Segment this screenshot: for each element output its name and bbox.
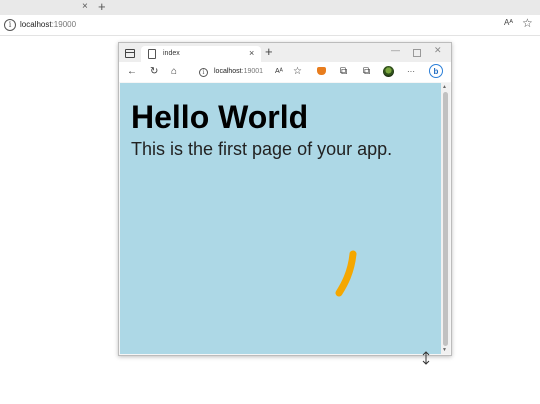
minimize-button[interactable]: —: [391, 45, 400, 55]
stroke-path: [335, 250, 357, 297]
window-toolbar: ← ↻ ⌂ Aᴬ ☆ ⧉ ⧉ ···: [119, 62, 451, 82]
resize-cursor-icon: [422, 351, 430, 365]
window-close-button[interactable]: ✕: [434, 45, 442, 55]
favorite-icon[interactable]: ☆: [522, 16, 533, 30]
tab-actions-icon[interactable]: [125, 49, 135, 58]
page-viewport: Hello World This is the first page of yo…: [120, 83, 441, 354]
extensions-icon[interactable]: ⧉: [340, 65, 347, 78]
favorite-icon[interactable]: ☆: [293, 65, 302, 78]
url-host: localhost: [214, 68, 242, 75]
home-icon[interactable]: ⌂: [171, 65, 177, 78]
new-tab-button[interactable]: +: [265, 45, 273, 59]
url-host: localhost: [20, 20, 52, 29]
avatar[interactable]: [383, 66, 394, 77]
outer-tab-bar: × +: [0, 0, 540, 15]
url-port: :19000: [51, 20, 77, 29]
new-tab-button[interactable]: +: [98, 0, 106, 14]
scroll-up-icon[interactable]: ▲: [442, 84, 447, 90]
more-icon[interactable]: ···: [407, 65, 415, 78]
page-icon: [148, 49, 156, 59]
outer-url[interactable]: localhost:19000: [20, 19, 76, 30]
bing-icon[interactable]: b: [429, 64, 443, 78]
read-aloud-icon[interactable]: Aᴬ: [275, 65, 283, 78]
window-url[interactable]: localhost:19001: [214, 67, 263, 76]
browser-window: index × + — ✕ ← ↻ ⌂ Aᴬ ☆ ⧉ ⧉ ··· i local…: [118, 42, 452, 356]
outer-address-bar[interactable]: [0, 15, 540, 36]
refresh-icon[interactable]: ↻: [150, 65, 158, 78]
scrollbar-thumb[interactable]: [443, 92, 448, 346]
outer-tab[interactable]: ×: [0, 0, 93, 15]
info-icon[interactable]: i: [4, 19, 16, 31]
window-title-bar[interactable]: index × + — ✕: [119, 43, 451, 62]
close-icon[interactable]: ×: [249, 48, 254, 58]
vertical-scrollbar[interactable]: ▲ ▼: [441, 83, 450, 354]
metamask-icon[interactable]: [317, 67, 326, 75]
tab-index[interactable]: index ×: [141, 46, 261, 62]
read-aloud-icon[interactable]: Aᴬ: [504, 18, 513, 27]
scroll-down-icon[interactable]: ▼: [442, 347, 447, 353]
maximize-button[interactable]: [413, 49, 421, 57]
back-icon[interactable]: ←: [127, 65, 137, 78]
close-icon[interactable]: ×: [82, 1, 88, 13]
info-icon[interactable]: i: [199, 68, 208, 77]
url-port: :19001: [241, 68, 264, 75]
tab-title: index: [163, 50, 180, 57]
drawn-stroke: [335, 250, 357, 297]
collections-icon[interactable]: ⧉: [363, 65, 370, 78]
